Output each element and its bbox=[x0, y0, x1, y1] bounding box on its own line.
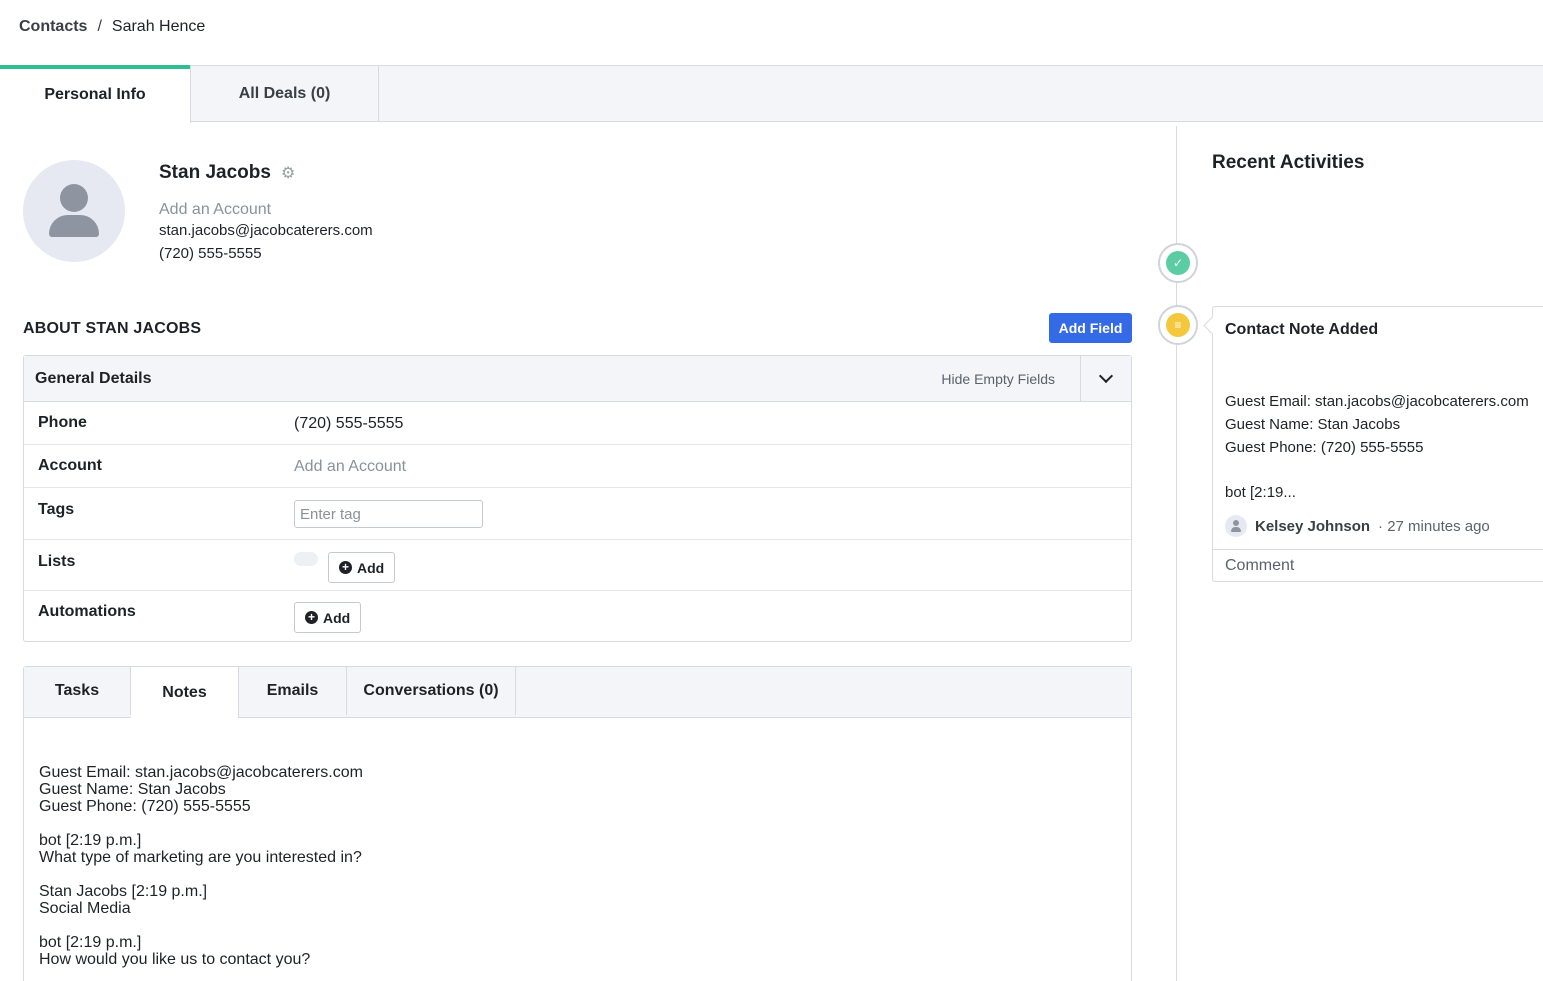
collapse-toggle-button[interactable] bbox=[1080, 356, 1131, 401]
activity-card-line: Guest Email: stan.jacobs@jacobcaterers.c… bbox=[1225, 393, 1529, 410]
account-label: Account bbox=[38, 457, 102, 474]
add-account-link[interactable]: Add an Account bbox=[159, 201, 271, 219]
list-pill-placeholder bbox=[294, 552, 318, 566]
gear-icon[interactable]: ⚙ bbox=[281, 163, 295, 183]
add-automation-label: Add bbox=[323, 609, 351, 626]
note-spacer bbox=[39, 917, 363, 934]
activity-card-line: Guest Phone: (720) 555-5555 bbox=[1225, 439, 1424, 456]
activity-card-line: bot [2:19... bbox=[1225, 484, 1296, 501]
note-line: Stan Jacobs [2:19 p.m.] bbox=[39, 883, 208, 900]
add-field-button[interactable]: Add Field bbox=[1049, 313, 1132, 343]
activity-note-card: Contact Note Added Guest Email: stan.jac… bbox=[1212, 306, 1543, 582]
add-list-button[interactable]: + Add bbox=[328, 552, 396, 583]
activity-card-line: Guest Name: Stan Jacobs bbox=[1225, 416, 1401, 433]
activity-panel: Tasks Notes Emails Conversations (0) Gue… bbox=[23, 666, 1132, 981]
note-line: Guest Phone: (720) 555-5555 bbox=[39, 798, 251, 815]
task-check-icon: ✓ bbox=[1166, 251, 1190, 275]
timeline-task-marker: ✓ bbox=[1158, 243, 1198, 283]
activity-tabs: Tasks Notes Emails Conversations (0) bbox=[24, 667, 1131, 718]
note-spacer bbox=[39, 866, 363, 883]
contact-name: Stan Jacobs bbox=[159, 162, 271, 183]
comment-input[interactable]: Comment bbox=[1213, 549, 1543, 581]
note-content: Guest Email: stan.jacobs@jacobcaterers.c… bbox=[39, 764, 363, 968]
note-line: bot [2:19 p.m.] bbox=[39, 832, 142, 849]
tab-personal-info[interactable]: Personal Info bbox=[0, 65, 191, 123]
author-name[interactable]: Kelsey Johnson bbox=[1255, 518, 1370, 535]
activity-timestamp: · 27 minutes ago bbox=[1378, 517, 1490, 535]
breadcrumb: Contacts / Sarah Hence bbox=[19, 18, 205, 36]
field-row-automations: Automations + Add bbox=[24, 591, 1131, 642]
field-row-account: Account Add an Account bbox=[24, 445, 1131, 488]
hide-empty-fields-toggle[interactable]: Hide Empty Fields bbox=[941, 371, 1055, 387]
note-line: bot [2:19 p.m.] bbox=[39, 934, 142, 951]
tab-tasks[interactable]: Tasks bbox=[24, 667, 131, 715]
timeline-note-marker: ≡ bbox=[1158, 305, 1198, 345]
avatar-head-shape bbox=[60, 184, 88, 212]
field-row-tags: Tags bbox=[24, 488, 1131, 540]
add-automation-button[interactable]: + Add bbox=[294, 602, 362, 633]
phone-label: Phone bbox=[38, 414, 87, 431]
plus-circle-icon: + bbox=[339, 561, 352, 574]
tag-input[interactable] bbox=[294, 500, 483, 528]
contact-avatar[interactable] bbox=[23, 160, 125, 262]
tab-notes[interactable]: Notes bbox=[131, 667, 239, 718]
field-row-lists: Lists + Add bbox=[24, 540, 1131, 591]
note-line: What type of marketing are you intereste… bbox=[39, 849, 362, 866]
user-avatar-icon bbox=[1225, 515, 1247, 537]
recent-activities-title: Recent Activities bbox=[1212, 152, 1365, 173]
automations-label: Automations bbox=[38, 603, 136, 620]
phone-value[interactable]: (720) 555-5555 bbox=[294, 415, 403, 433]
add-list-label: Add bbox=[357, 559, 385, 576]
note-line: Guest Name: Stan Jacobs bbox=[39, 781, 226, 798]
avatar-body-shape bbox=[49, 215, 99, 237]
account-value-link[interactable]: Add an Account bbox=[294, 458, 406, 476]
general-details-panel: General Details Hide Empty Fields Phone … bbox=[23, 355, 1132, 642]
breadcrumb-contacts-link[interactable]: Contacts bbox=[19, 18, 87, 36]
activity-card-title: Contact Note Added bbox=[1225, 321, 1379, 338]
general-details-title: General Details bbox=[35, 369, 152, 387]
breadcrumb-separator: / bbox=[97, 18, 102, 35]
breadcrumb-current: Sarah Hence bbox=[111, 18, 206, 35]
top-tabs: Personal Info All Deals (0) bbox=[0, 65, 1543, 123]
tab-all-deals[interactable]: All Deals (0) bbox=[191, 66, 379, 122]
contact-name-row: Stan Jacobs ⚙ bbox=[159, 162, 295, 184]
about-section-title: ABOUT STAN JACOBS bbox=[23, 320, 202, 337]
note-spacer bbox=[39, 815, 363, 832]
note-line: Social Media bbox=[39, 900, 131, 917]
activity-author: Kelsey Johnson · 27 minutes ago bbox=[1225, 515, 1490, 537]
plus-circle-icon: + bbox=[305, 611, 318, 624]
tab-emails[interactable]: Emails bbox=[239, 667, 347, 715]
note-icon: ≡ bbox=[1166, 313, 1190, 337]
tab-conversations[interactable]: Conversations (0) bbox=[347, 667, 516, 715]
chevron-down-icon bbox=[1098, 368, 1114, 384]
field-row-phone: Phone (720) 555-5555 bbox=[24, 402, 1131, 445]
general-details-header: General Details Hide Empty Fields bbox=[24, 356, 1131, 402]
note-line: Guest Email: stan.jacobs@jacobcaterers.c… bbox=[39, 764, 363, 781]
tags-label: Tags bbox=[38, 501, 75, 518]
lists-label: Lists bbox=[38, 553, 76, 570]
contact-email: stan.jacobs@jacobcaterers.com bbox=[159, 222, 373, 239]
note-line: How would you like us to contact you? bbox=[39, 951, 311, 968]
contact-phone: (720) 555-5555 bbox=[159, 245, 262, 262]
